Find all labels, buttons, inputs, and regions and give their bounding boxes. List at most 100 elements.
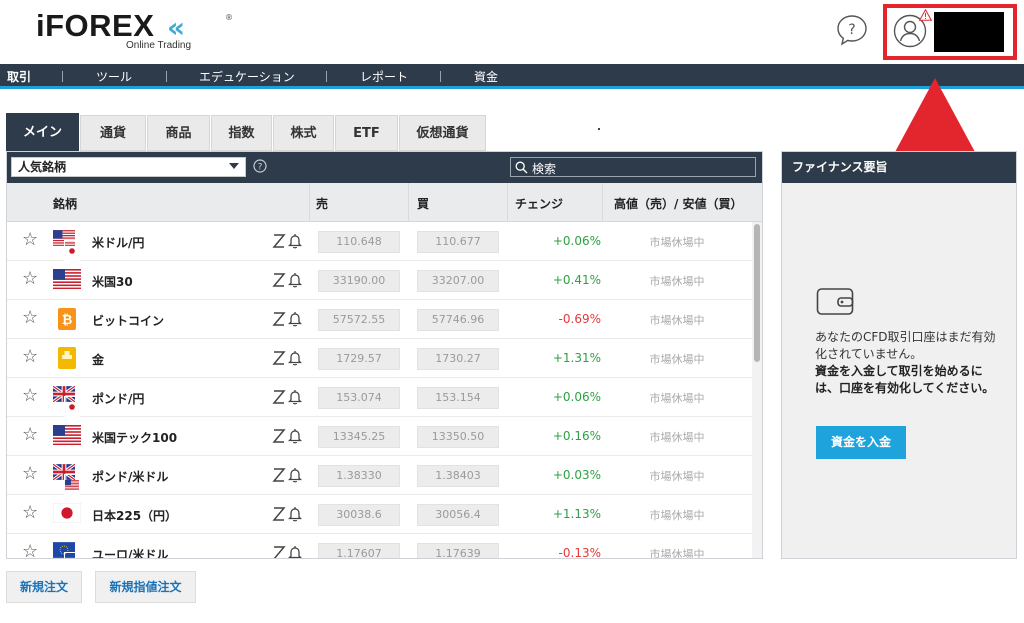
bell-icon[interactable] — [288, 350, 302, 366]
change-percent: +0.06% — [552, 390, 601, 404]
chart-icon[interactable] — [272, 389, 286, 405]
instrument-name[interactable]: 米ドル/円 — [92, 234, 144, 251]
sell-price-button[interactable]: 33190.00 — [318, 270, 400, 292]
column-header-sell[interactable]: 売 — [316, 195, 328, 212]
nav-item-trade[interactable]: 取引 — [7, 68, 31, 85]
favorite-star-icon[interactable]: ☆ — [22, 309, 38, 327]
chart-icon[interactable] — [272, 467, 286, 483]
instrument-name[interactable]: ポンド/円 — [92, 390, 144, 407]
favorite-star-icon[interactable]: ☆ — [22, 270, 38, 288]
instrument-name[interactable]: ユーロ/米ドル — [92, 546, 168, 558]
tab-currency[interactable]: 通貨 — [80, 115, 146, 151]
chart-icon[interactable] — [272, 233, 286, 249]
buy-price-button[interactable]: 1730.27 — [417, 348, 499, 370]
search-icon — [515, 161, 528, 174]
tab-crypto[interactable]: 仮想通貨 — [399, 115, 486, 151]
chart-icon[interactable] — [272, 272, 286, 288]
bell-icon[interactable] — [288, 389, 302, 405]
nav-item-tools[interactable]: ツール — [96, 68, 132, 85]
bell-icon[interactable] — [288, 506, 302, 522]
column-header-change[interactable]: チェンジ — [515, 195, 563, 212]
sell-price-button[interactable]: 1.38330 — [318, 465, 400, 487]
sell-price-button[interactable]: 13345.25 — [318, 426, 400, 448]
buy-price-button[interactable]: 30056.4 — [417, 504, 499, 526]
instrument-name[interactable]: ビットコイン — [92, 312, 164, 329]
tab-main[interactable]: メイン — [6, 113, 79, 151]
table-row[interactable]: ☆ 日本225（円） 30038.6 30056.4 +1.13% 市場休場中 — [7, 495, 752, 534]
table-row[interactable]: ☆ ポンド/円 153.074 153.154 +0.06% 市場休場中 — [7, 378, 752, 417]
favorite-star-icon[interactable]: ☆ — [22, 543, 38, 559]
nav-item-education[interactable]: エデュケーション — [199, 68, 295, 85]
buy-price-button[interactable]: 13350.50 — [417, 426, 499, 448]
new-order-button[interactable]: 新規注文 — [6, 571, 82, 603]
help-button[interactable]: ? — [835, 13, 869, 47]
buy-price-button[interactable]: 1.17639 — [417, 543, 499, 558]
sell-price-button[interactable]: 110.648 — [318, 231, 400, 253]
chart-icon[interactable] — [272, 350, 286, 366]
question-circle-icon[interactable]: ? — [253, 159, 267, 173]
chart-icon[interactable] — [272, 506, 286, 522]
main-nav: 取引 ツール エデュケーション レポート 資金 — [0, 64, 1024, 89]
table-row[interactable]: ☆ ポンド/米ドル 1.38330 1.38403 +0.03% 市場休場中 — [7, 456, 752, 495]
table-row[interactable]: ☆ ₿ ビットコイン 57572.55 57746.96 -0.69% 市場休場中 — [7, 300, 752, 339]
table-header: 銘柄 売 買 チェンジ 高値（売）/ 安値（買） — [7, 183, 762, 222]
column-header-buy[interactable]: 買 — [417, 195, 429, 212]
instrument-name[interactable]: ポンド/米ドル — [92, 468, 168, 485]
bell-icon[interactable] — [288, 467, 302, 483]
nav-divider — [62, 71, 63, 82]
instruments-panel: 人気銘柄 ? 検索 銘柄 売 買 チェンジ 高値（売）/ 安値（買） ☆ 米ドル/… — [6, 151, 763, 559]
favorite-star-icon[interactable]: ☆ — [22, 387, 38, 405]
table-row[interactable]: ☆ ユーロ/米ドル 1.17607 1.17639 -0.13% 市場休場中 — [7, 534, 752, 559]
deposit-funds-button[interactable]: 資金を入金 — [816, 426, 906, 459]
instrument-group-select[interactable]: 人気銘柄 — [11, 157, 246, 177]
iforex-logo[interactable]: iFOREX « ® Online Trading — [36, 8, 233, 52]
table-row[interactable]: ☆ 金 1729.57 1730.27 +1.31% 市場休場中 — [7, 339, 752, 378]
tab-commodities[interactable]: 商品 — [147, 115, 210, 151]
search-input[interactable]: 検索 — [510, 157, 756, 177]
buy-price-button[interactable]: 153.154 — [417, 387, 499, 409]
chart-icon[interactable] — [272, 428, 286, 444]
new-limit-order-button[interactable]: 新規指値注文 — [95, 571, 196, 603]
sell-price-button[interactable]: 1.17607 — [318, 543, 400, 558]
warning-icon — [919, 9, 932, 21]
sell-price-button[interactable]: 1729.57 — [318, 348, 400, 370]
column-header-high-low[interactable]: 高値（売）/ 安値（買） — [614, 195, 743, 212]
instrument-name[interactable]: 日本225（円） — [92, 507, 177, 524]
table-row[interactable]: ☆ 米国30 33190.00 33207.00 +0.41% 市場休場中 — [7, 261, 752, 300]
bell-icon[interactable] — [288, 233, 302, 249]
bell-icon[interactable] — [288, 311, 302, 327]
logo-subtitle: Online Trading — [126, 40, 192, 51]
bell-icon[interactable] — [288, 272, 302, 288]
buy-price-button[interactable]: 1.38403 — [417, 465, 499, 487]
column-header-symbol[interactable]: 銘柄 — [53, 195, 77, 212]
account-menu[interactable] — [883, 4, 1017, 60]
sell-price-button[interactable]: 30038.6 — [318, 504, 400, 526]
favorite-star-icon[interactable]: ☆ — [22, 426, 38, 444]
table-row[interactable]: ☆ 米ドル/円 110.648 110.677 +0.06% 市場休場中 — [7, 222, 752, 261]
favorite-star-icon[interactable]: ☆ — [22, 504, 38, 522]
nav-item-reports[interactable]: レポート — [360, 68, 408, 85]
tab-indices[interactable]: 指数 — [211, 115, 272, 151]
bell-icon[interactable] — [288, 545, 302, 559]
chart-icon[interactable] — [272, 311, 286, 327]
nav-item-funds[interactable]: 資金 — [474, 68, 498, 85]
bell-icon[interactable] — [288, 428, 302, 444]
favorite-star-icon[interactable]: ☆ — [22, 465, 38, 483]
instrument-name[interactable]: 米国30 — [92, 273, 133, 290]
instrument-flag-icon — [52, 502, 82, 525]
tab-etf[interactable]: ETF — [335, 115, 398, 151]
buy-price-button[interactable]: 33207.00 — [417, 270, 499, 292]
sell-price-button[interactable]: 57572.55 — [318, 309, 400, 331]
chart-icon[interactable] — [272, 545, 286, 559]
sell-price-button[interactable]: 153.074 — [318, 387, 400, 409]
table-row[interactable]: ☆ 米国テック100 13345.25 13350.50 +0.16% 市場休場中 — [7, 417, 752, 456]
tab-stocks[interactable]: 株式 — [273, 115, 334, 151]
favorite-star-icon[interactable]: ☆ — [22, 348, 38, 366]
favorite-star-icon[interactable]: ☆ — [22, 231, 38, 249]
scrollbar-thumb[interactable] — [754, 224, 760, 362]
buy-price-button[interactable]: 57746.96 — [417, 309, 499, 331]
buy-price-button[interactable]: 110.677 — [417, 231, 499, 253]
instrument-name[interactable]: 金 — [92, 351, 104, 368]
instrument-name[interactable]: 米国テック100 — [92, 429, 177, 446]
instrument-flag-icon — [53, 269, 81, 291]
